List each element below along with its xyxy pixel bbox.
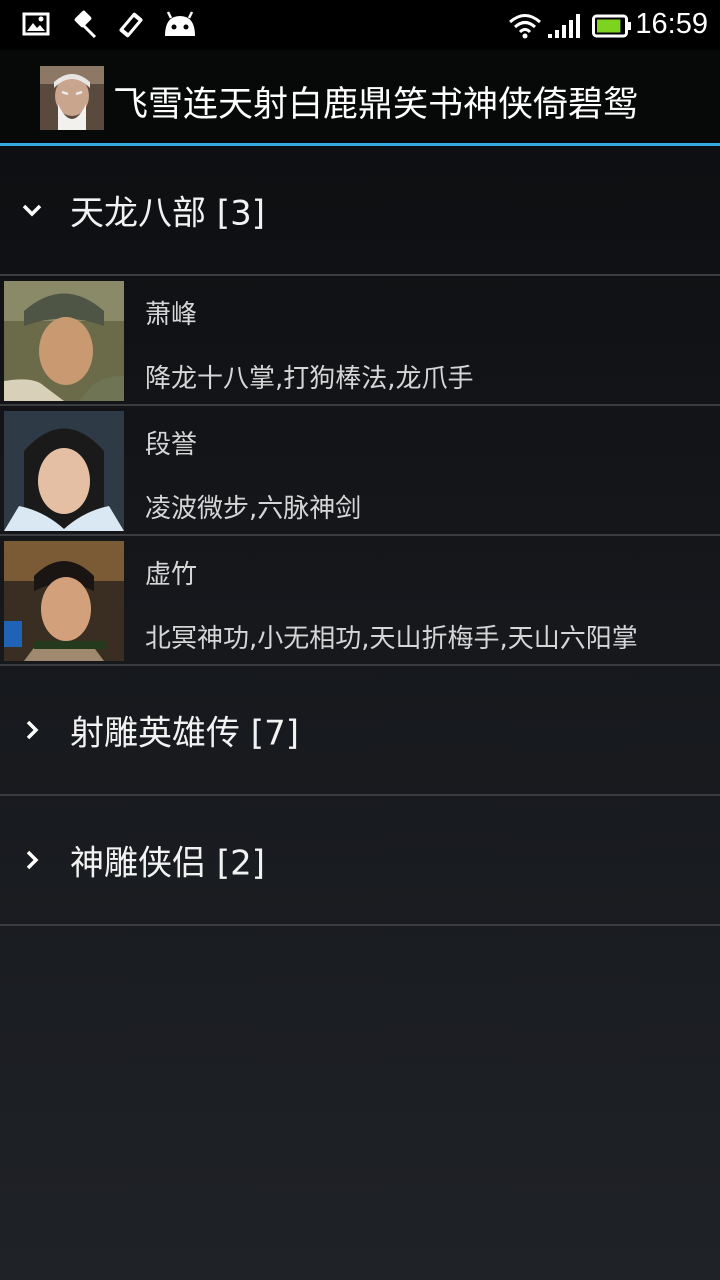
pin-icon [70,10,98,42]
list-item-xiaofeng[interactable]: 萧峰 降龙十八掌,打狗棒法,龙爪手 [0,276,720,406]
status-time: 16:59 [635,8,708,40]
app-title: 飞雪连天射白鹿鼎笑书神侠倚碧鸳 [113,85,639,125]
avatar [4,541,124,661]
child-name: 段誉 [145,430,198,460]
group-row-shendiao[interactable]: 神雕侠侣 [2] [0,796,720,926]
avatar [4,411,124,531]
action-bar: 飞雪连天射白鹿鼎笑书神侠倚碧鸳 [0,50,720,143]
list-item-xuzhu[interactable]: 虚竹 北冥神功,小无相功,天山折梅手,天山六阳掌 [0,536,720,666]
child-name: 萧峰 [145,300,198,330]
group-label: 神雕侠侣 [2] [70,843,265,884]
group-row-tianlong[interactable]: 天龙八部 [3] [0,146,720,276]
child-name: 虚竹 [145,560,198,590]
image-icon [22,10,50,42]
child-skills: 降龙十八掌,打狗棒法,龙爪手 [145,364,474,394]
debug-icon [116,10,146,44]
app-icon[interactable] [40,66,104,130]
wifi-icon [508,12,542,44]
chevron-down-icon [20,198,44,222]
avatar [4,281,124,401]
signal-icon [546,12,582,44]
child-skills: 北冥神功,小无相功,天山折梅手,天山六阳掌 [145,624,638,654]
group-label: 天龙八部 [3] [70,193,265,234]
list-item-duanyu[interactable]: 段誉 凌波微步,六脉神剑 [0,406,720,536]
group-label: 射雕英雄传 [7] [70,713,299,754]
expandable-list: 天龙八部 [3] 萧峰 降龙十八掌,打狗棒法,龙爪手 段誉 凌波微步,六脉神剑 … [0,146,720,926]
status-bar: 16:59 [0,0,720,50]
android-icon [162,10,198,44]
battery-icon [592,14,632,42]
chevron-right-icon [20,718,44,742]
group-row-shediao[interactable]: 射雕英雄传 [7] [0,666,720,796]
child-skills: 凌波微步,六脉神剑 [145,494,362,524]
chevron-right-icon [20,848,44,872]
